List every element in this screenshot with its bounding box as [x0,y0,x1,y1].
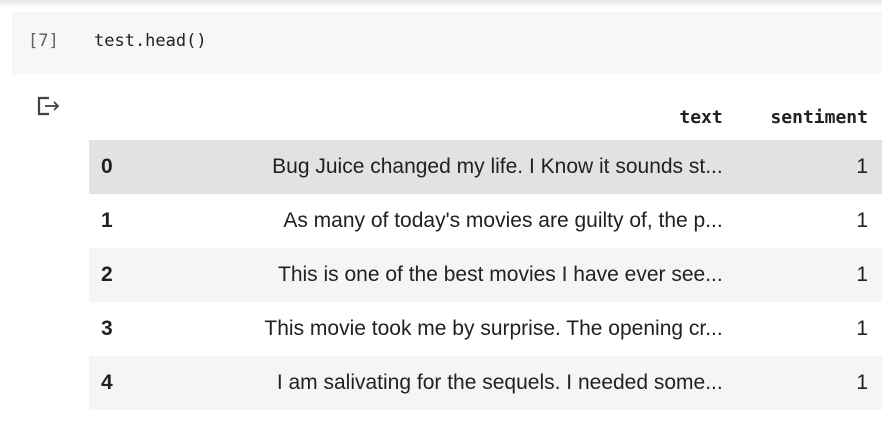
row-index: 3 [89,302,137,356]
row-index: 4 [89,356,137,410]
code-cell[interactable]: [7] test.head() [12,12,882,74]
table-row: 4 I am salivating for the sequels. I nee… [89,356,882,410]
table-header-row: text sentiment [89,94,882,140]
output-arrow-icon[interactable] [36,94,64,118]
column-header-sentiment: sentiment [770,106,868,128]
cell-text: As many of today's movies are guilty of,… [136,194,723,248]
table-row: 0 Bug Juice changed my life. I Know it s… [89,140,882,194]
cell-sentiment: 1 [722,302,882,356]
execution-count: [7] [28,31,59,51]
row-index: 1 [89,194,137,248]
dataframe-output-table: text sentiment 0 Bug Juice changed my li… [89,94,882,410]
cell-text: This is one of the best movies I have ev… [136,248,723,302]
row-index: 0 [89,140,137,194]
index-column-header [89,94,137,140]
notebook-page: [7] test.head() text sentiment 0 Bug Jui… [0,0,882,431]
cell-sentiment: 1 [722,356,882,410]
table-row: 1 As many of today's movies are guilty o… [89,194,882,248]
cell-text: Bug Juice changed my life. I Know it sou… [136,140,723,194]
column-header-text: text [679,106,723,128]
row-index: 2 [89,248,137,302]
cell-text: I am salivating for the sequels. I neede… [136,356,723,410]
table-row: 3 This movie took me by surprise. The op… [89,302,882,356]
cell-top-divider [0,0,882,8]
cell-text: This movie took me by surprise. The open… [136,302,723,356]
code-input[interactable]: test.head() [94,31,207,51]
cell-sentiment: 1 [722,194,882,248]
cell-sentiment: 1 [722,140,882,194]
cell-sentiment: 1 [722,248,882,302]
table-row: 2 This is one of the best movies I have … [89,248,882,302]
